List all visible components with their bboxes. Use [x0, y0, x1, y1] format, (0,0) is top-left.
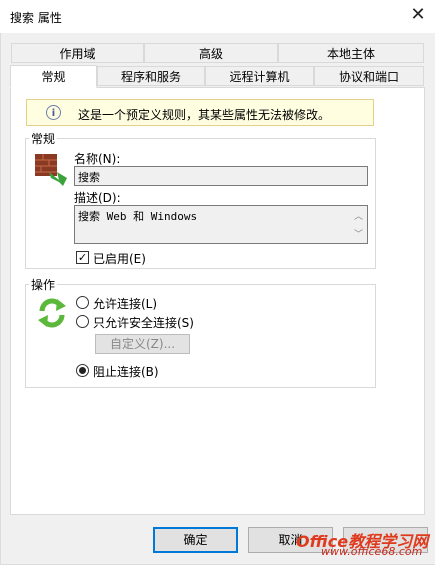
- block-radio[interactable]: [76, 364, 89, 377]
- description-field[interactable]: 搜索 Web 和 Windows ︿ ﹀: [74, 205, 368, 244]
- description-label: 描述(D):: [74, 191, 121, 205]
- enabled-checkbox[interactable]: ✓: [76, 251, 89, 264]
- tab-general[interactable]: 常规: [10, 65, 97, 88]
- allow-label: 允许连接(L): [93, 297, 158, 311]
- enabled-label: 已启用(E): [93, 252, 146, 266]
- refresh-arrows-icon: [38, 298, 66, 328]
- tab-label: 作用域: [59, 47, 96, 61]
- watermark-url: www.office68.com: [321, 545, 423, 558]
- window-title: 搜索 属性: [10, 11, 62, 25]
- scroll-down-icon[interactable]: ﹀: [354, 227, 363, 240]
- allow-radio[interactable]: [76, 296, 89, 309]
- tab-programs-services[interactable]: 程序和服务: [97, 66, 205, 86]
- tab-remote-computers[interactable]: 远程计算机: [205, 66, 314, 86]
- scroll-up-icon[interactable]: ︿: [354, 209, 363, 222]
- tab-label: 程序和服务: [120, 70, 181, 84]
- general-group-label: 常规: [29, 130, 58, 147]
- ok-button[interactable]: 确定: [153, 527, 238, 553]
- info-text: 这是一个预定义规则，其某些属性无法被修改。: [78, 108, 331, 122]
- close-icon[interactable]: ✕: [404, 2, 432, 28]
- name-field[interactable]: 搜索: [74, 166, 368, 186]
- tab-label: 协议和端口: [338, 70, 399, 84]
- customize-button[interactable]: 自定义(Z)...: [95, 334, 190, 354]
- allow-secure-radio[interactable]: [76, 315, 89, 328]
- tab-label: 本地主体: [326, 47, 375, 61]
- tab-local-principals[interactable]: 本地主体: [278, 43, 424, 63]
- allow-secure-label: 只允许安全连接(S): [93, 316, 194, 330]
- tab-advanced[interactable]: 高级: [144, 43, 278, 63]
- tab-protocols-ports[interactable]: 协议和端口: [314, 66, 424, 86]
- title-bar: [0, 0, 435, 33]
- action-group-label: 操作: [29, 276, 58, 293]
- tab-label: 常规: [41, 70, 66, 84]
- tab-label: 高级: [198, 47, 223, 61]
- tab-label: 远程计算机: [229, 70, 290, 84]
- description-text: 搜索 Web 和 Windows: [78, 210, 198, 223]
- tab-scope[interactable]: 作用域: [11, 43, 144, 63]
- name-label: 名称(N):: [74, 152, 121, 166]
- info-icon: i: [46, 105, 61, 120]
- firewall-rule-icon: [35, 154, 67, 186]
- block-label: 阻止连接(B): [93, 365, 159, 379]
